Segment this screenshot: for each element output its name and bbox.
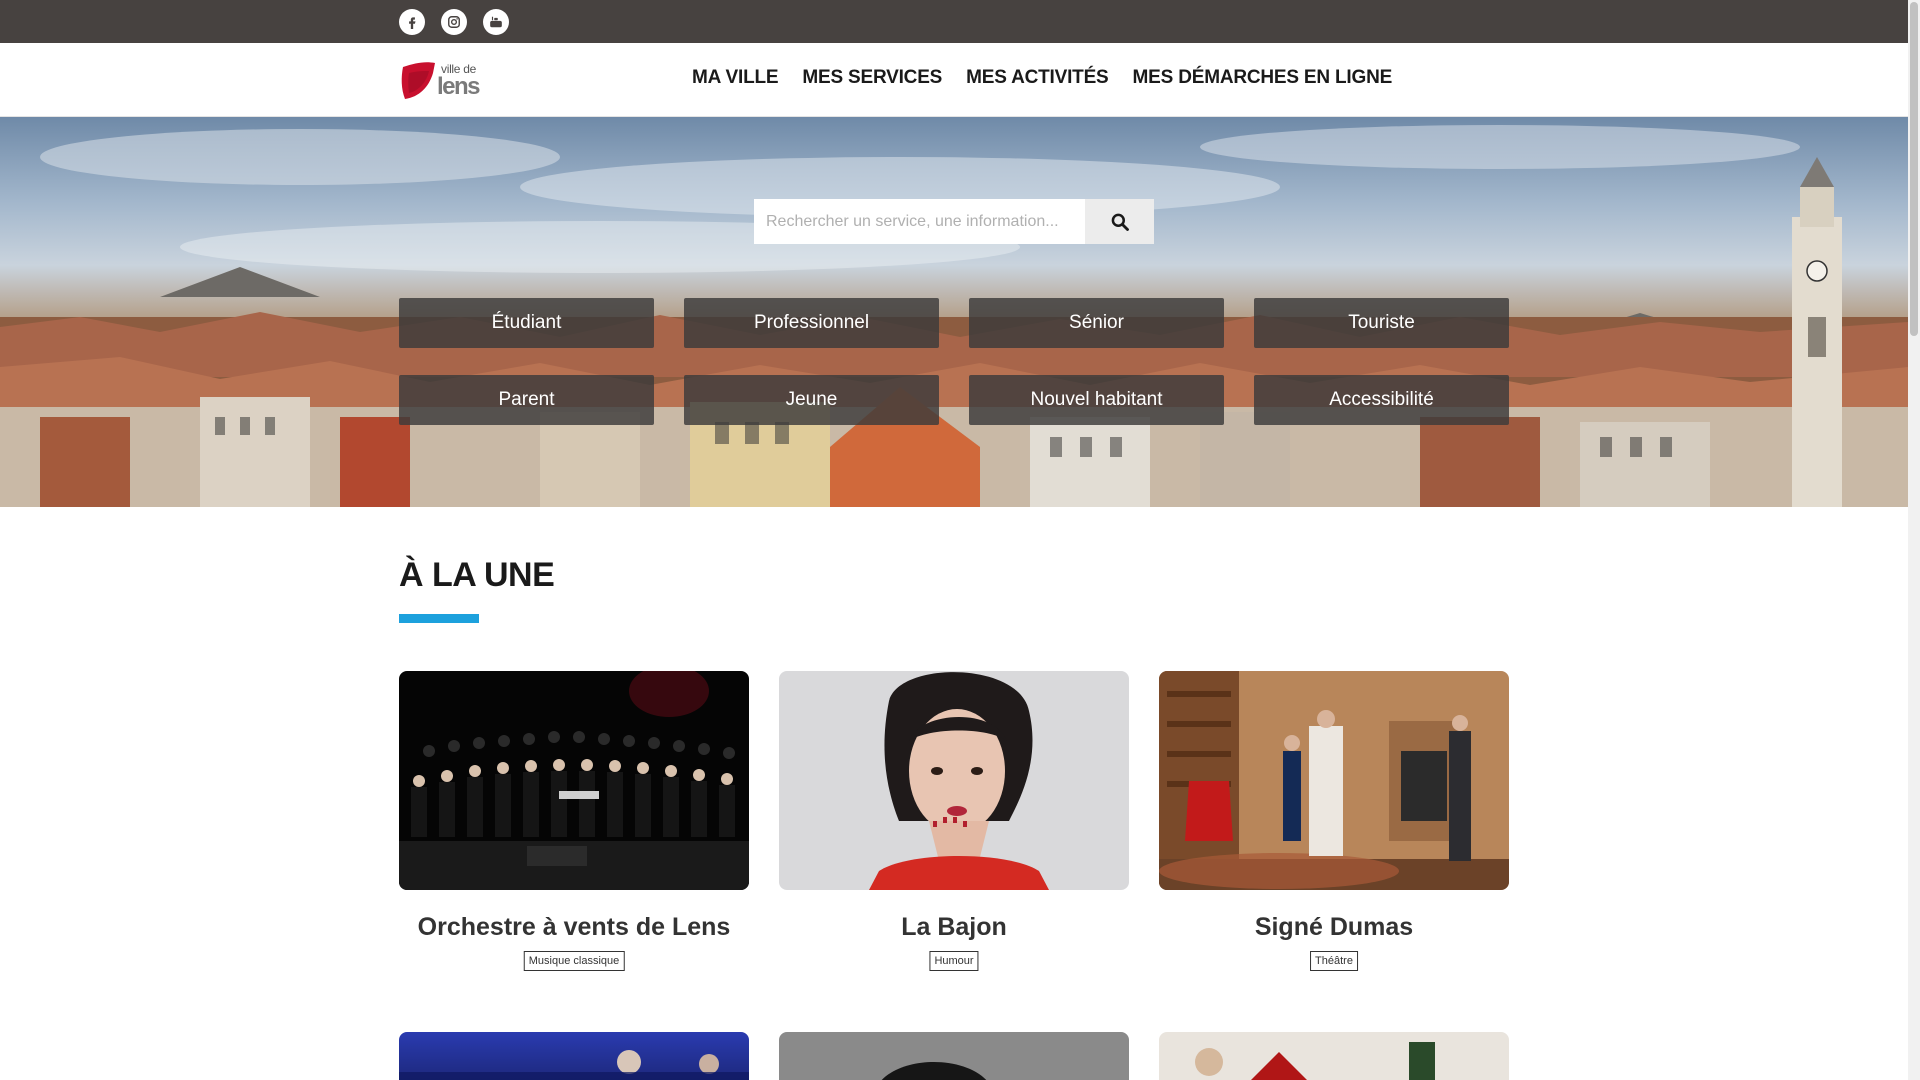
profile-shortcuts: Étudiant Professionnel Sénior Touriste P…: [399, 298, 1509, 428]
search-button[interactable]: [1085, 199, 1154, 244]
event-image-next-3[interactable]: [1159, 1032, 1509, 1080]
logo-text-lens: lens: [437, 73, 481, 100]
event-card: Orchestre à vents de Lens Musique classi…: [399, 671, 749, 971]
profile-accessibilite[interactable]: Accessibilité: [1254, 375, 1509, 425]
profile-etudiant[interactable]: Étudiant: [399, 298, 654, 348]
scrollbar-thumb[interactable]: [1910, 2, 1918, 336]
nav-mes-activites[interactable]: MES ACTIVITÉS: [966, 67, 1109, 89]
event-category-tag[interactable]: Théâtre: [1310, 951, 1358, 971]
page-scrollbar[interactable]: [1908, 0, 1920, 1080]
event-image-la-bajon[interactable]: [779, 671, 1129, 890]
youtube-icon[interactable]: [483, 9, 509, 35]
search-icon: [1111, 213, 1129, 231]
page: ville de lens MA VILLE MES SERVICES MES …: [0, 0, 1908, 1080]
event-title[interactable]: Orchestre à vents de Lens: [399, 913, 749, 942]
nav-mes-demarches-en-ligne[interactable]: MES DÉMARCHES EN LIGNE: [1133, 67, 1393, 89]
event-image-signe-dumas[interactable]: [1159, 671, 1509, 890]
section-title: À LA UNE: [399, 556, 555, 594]
main-nav: MA VILLE MES SERVICES MES ACTIVITÉS MES …: [692, 67, 1392, 89]
event-title[interactable]: Signé Dumas: [1159, 913, 1509, 942]
ville-de-lens-logo[interactable]: ville de lens: [399, 59, 489, 103]
site-header: ville de lens MA VILLE MES SERVICES MES …: [0, 43, 1908, 117]
profile-parent[interactable]: Parent: [399, 375, 654, 425]
event-category-tag[interactable]: Humour: [929, 951, 979, 971]
event-image-orchestre[interactable]: [399, 671, 749, 890]
event-category-tag[interactable]: Musique classique: [523, 951, 625, 971]
search-bar: [754, 199, 1154, 244]
facebook-icon[interactable]: [399, 9, 425, 35]
social-bar: [0, 0, 1908, 43]
nav-mes-services[interactable]: MES SERVICES: [802, 67, 942, 89]
event-image-next-1[interactable]: [399, 1032, 749, 1080]
event-card: Signé Dumas Théâtre: [1159, 671, 1509, 971]
profile-nouvel-habitant[interactable]: Nouvel habitant: [969, 375, 1224, 425]
hero-banner: Étudiant Professionnel Sénior Touriste P…: [0, 117, 1908, 507]
section-title-underline: [399, 614, 479, 623]
profile-jeune[interactable]: Jeune: [684, 375, 939, 425]
logo-emblem-icon: [401, 62, 435, 99]
profile-touriste[interactable]: Touriste: [1254, 298, 1509, 348]
instagram-icon[interactable]: [441, 9, 467, 35]
profile-senior[interactable]: Sénior: [969, 298, 1224, 348]
event-card: La Bajon Humour: [779, 671, 1129, 971]
profile-professionnel[interactable]: Professionnel: [684, 298, 939, 348]
event-title[interactable]: La Bajon: [779, 913, 1129, 942]
event-image-next-2[interactable]: [779, 1032, 1129, 1080]
search-input[interactable]: [754, 199, 1085, 244]
nav-ma-ville[interactable]: MA VILLE: [692, 67, 779, 89]
